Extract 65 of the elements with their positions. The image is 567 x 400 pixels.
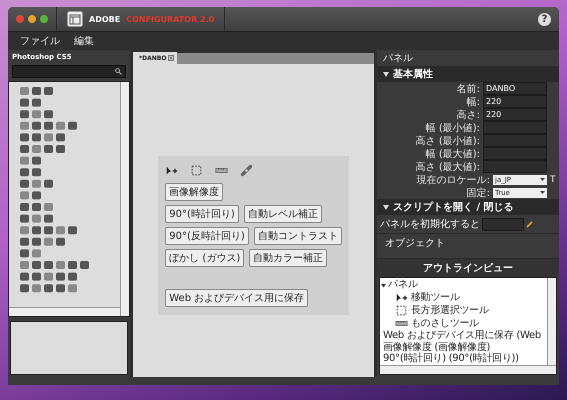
tree-item[interactable]: 90°(時計回り) (90°(時計回り)) bbox=[381, 353, 546, 364]
expand-icon bbox=[383, 72, 389, 76]
close-icon[interactable] bbox=[168, 55, 174, 61]
property-label: 幅 (最小値): bbox=[424, 122, 480, 134]
property-label: 幅: bbox=[466, 96, 480, 108]
help-button[interactable]: ? bbox=[538, 12, 551, 26]
marquee-tool-icon bbox=[395, 304, 408, 317]
section-header[interactable]: スクリプトを開く / 閉じる bbox=[377, 199, 559, 215]
property-label: 高さ (最大値): bbox=[414, 160, 480, 174]
property-field[interactable]: 220 bbox=[483, 108, 547, 121]
property-label: 幅 (最大値): bbox=[424, 148, 480, 160]
vertical-scrollbar[interactable] bbox=[120, 82, 129, 316]
action-button[interactable]: 自動レベル補正 bbox=[244, 205, 322, 223]
script-field[interactable] bbox=[482, 218, 524, 230]
caret-icon bbox=[540, 178, 545, 181]
search-field[interactable] bbox=[12, 65, 126, 78]
property-label: 高さ (最小値): bbox=[414, 134, 480, 148]
app-title: ADOBE bbox=[89, 14, 120, 24]
property-field[interactable]: 220 bbox=[483, 95, 547, 108]
property-field[interactable] bbox=[483, 134, 547, 147]
search-icon bbox=[115, 68, 122, 75]
script-label: パネルを初期化すると bbox=[380, 218, 480, 231]
app-product-name: CONFIGURATOR 2.0 bbox=[126, 14, 214, 24]
panel-title: パネル bbox=[382, 52, 414, 66]
section-header[interactable]: 基本属性 bbox=[377, 66, 559, 82]
expand-icon bbox=[383, 204, 389, 210]
bandage-tool-icon bbox=[240, 164, 254, 177]
action-button[interactable]: 90°(反時計回り) bbox=[165, 227, 249, 245]
zoom-button[interactable] bbox=[40, 15, 48, 23]
marquee-tool-icon bbox=[190, 164, 204, 177]
menu-item[interactable]: ファイル bbox=[20, 34, 60, 48]
action-button[interactable]: 画像解像度 bbox=[165, 183, 224, 201]
menu-item[interactable]: 編集 bbox=[74, 34, 94, 48]
property-field[interactable] bbox=[483, 160, 547, 173]
horizontal-scrollbar[interactable] bbox=[380, 365, 556, 374]
action-button[interactable]: 自動コントラスト bbox=[254, 227, 342, 245]
property-field[interactable] bbox=[483, 121, 547, 134]
close-button[interactable] bbox=[16, 15, 24, 23]
pencil-icon[interactable] bbox=[526, 220, 533, 228]
app-logo-icon bbox=[67, 11, 83, 27]
move-tool-icon bbox=[165, 164, 178, 177]
property-label: 名前: bbox=[456, 82, 480, 96]
move-tool-icon bbox=[395, 291, 408, 304]
caret-icon bbox=[540, 191, 545, 194]
minimize-button[interactable] bbox=[28, 15, 36, 23]
save-for-web-button[interactable]: Web およびデバイス用に保存 bbox=[165, 289, 308, 307]
action-button[interactable]: 90°(時計回り) bbox=[165, 205, 239, 223]
text-icon[interactable]: T bbox=[550, 174, 556, 184]
expand-icon bbox=[381, 282, 386, 288]
property-label: 固定: bbox=[466, 186, 490, 200]
property-label: 現在のロケール: bbox=[416, 174, 490, 186]
horizontal-scrollbar[interactable] bbox=[9, 307, 120, 316]
tree-item[interactable]: 画像解像度 (画像解像度) bbox=[381, 342, 546, 353]
property-field[interactable]: DANBO bbox=[483, 82, 547, 95]
action-button[interactable]: 自動カラー補正 bbox=[249, 249, 328, 267]
tree-item[interactable]: ものさしツール bbox=[381, 317, 546, 330]
vertical-scrollbar[interactable] bbox=[547, 278, 556, 365]
tree-item[interactable]: 長方形選択ツール bbox=[381, 304, 546, 317]
action-button[interactable]: ぼかし (ガウス) bbox=[165, 249, 244, 267]
property-field[interactable] bbox=[483, 147, 547, 160]
tree-item[interactable]: Web およびデバイス用に保存 (Web bbox=[381, 330, 546, 342]
property-label: 高さ: bbox=[456, 108, 480, 122]
outline-title: アウトラインビュー bbox=[377, 259, 559, 277]
tree-item[interactable]: 移動ツール bbox=[381, 291, 546, 304]
tree-item[interactable]: パネル bbox=[381, 279, 546, 291]
